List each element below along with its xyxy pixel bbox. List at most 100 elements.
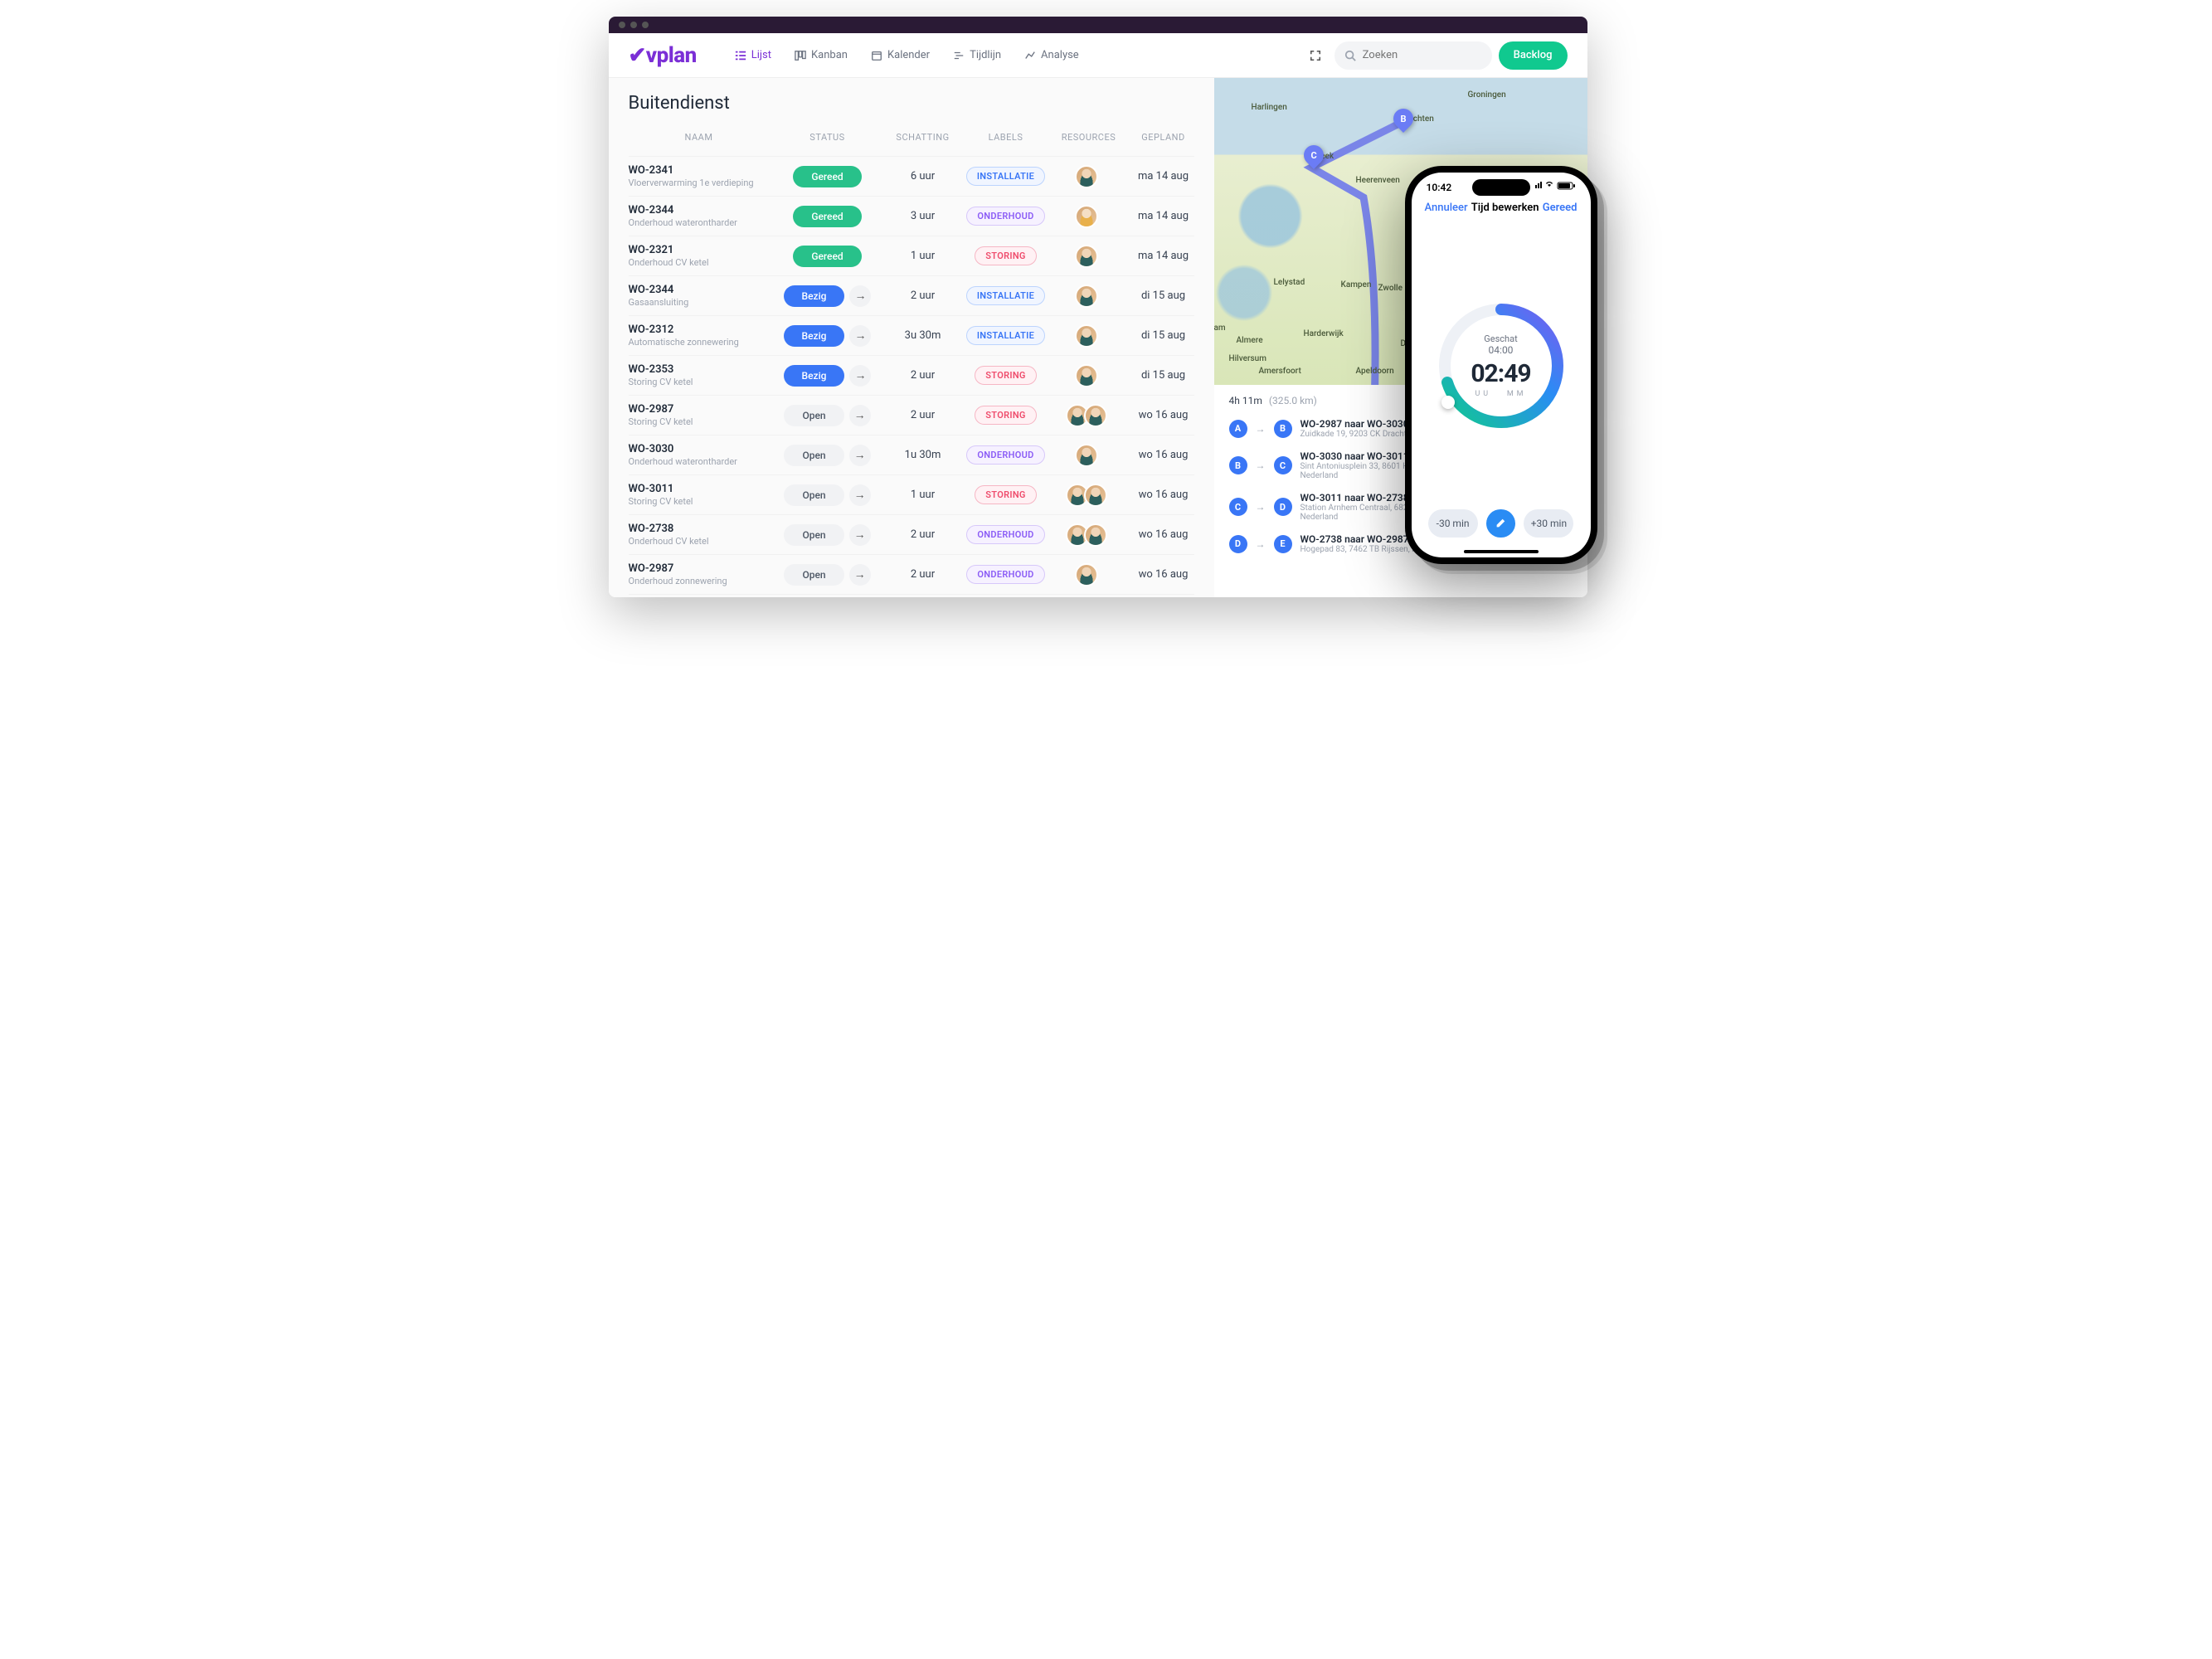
table-row[interactable]: WO-3030Onderhoud waterontharder Open→ 1u… — [629, 435, 1194, 474]
advance-button[interactable]: → — [849, 524, 871, 546]
tab-tijdlijn[interactable]: Tijdlijn — [941, 42, 1013, 68]
wo-id: WO-2321 — [629, 244, 770, 257]
status-pill[interactable]: Gereed — [793, 166, 861, 187]
plus-30-button[interactable]: +30 min — [1524, 509, 1573, 538]
advance-button[interactable]: → — [849, 564, 871, 586]
minus-30-button[interactable]: -30 min — [1428, 509, 1478, 538]
time-ring[interactable]: Geschat 04:00 02:49 UU MM — [1435, 299, 1568, 432]
avatar — [1084, 523, 1107, 547]
ring-handle[interactable] — [1441, 396, 1455, 409]
advance-button[interactable]: → — [849, 445, 871, 466]
estimate: 1u 30m — [886, 449, 960, 461]
label-pill[interactable]: ONDERHOUD — [966, 445, 1044, 465]
wo-id: WO-2312 — [629, 324, 770, 337]
tab-kanban[interactable]: Kanban — [783, 42, 859, 68]
status-pill[interactable]: Open — [784, 405, 843, 426]
backlog-button[interactable]: Backlog — [1499, 41, 1568, 70]
table-row[interactable]: WO-2344Onderhoud waterontharder Gereed 3… — [629, 196, 1194, 236]
status-pill[interactable]: Bezig — [784, 365, 845, 387]
advance-button[interactable]: → — [849, 405, 871, 426]
table-row[interactable]: WO-2341Vloerverwarming 1e verdieping Ger… — [629, 156, 1194, 196]
table-row[interactable]: WO-2987Onderhoud zonnewering Open→ 2 uur… — [629, 554, 1194, 594]
label-pill[interactable]: ONDERHOUD — [966, 207, 1044, 226]
signal-battery-icon — [1534, 181, 1576, 193]
tab-analyse[interactable]: Analyse — [1013, 42, 1091, 68]
status-pill[interactable]: Bezig — [784, 285, 845, 307]
estimate: 2 uur — [886, 409, 960, 421]
wo-desc: Onderhoud zonnewering — [629, 576, 770, 586]
label-pill[interactable]: STORING — [975, 406, 1036, 425]
step-title: WO-3030 naar WO-3011 — [1300, 450, 1409, 462]
table-row[interactable]: WO-2321Onderhoud CV ketel Gereed 1 uur S… — [629, 236, 1194, 275]
wo-id: WO-2344 — [629, 284, 770, 297]
map-city-label: Harlingen — [1252, 103, 1287, 112]
label-pill[interactable]: INSTALLATIE — [966, 286, 1045, 305]
wo-id: WO-2341 — [629, 164, 770, 178]
map-city-label: Lelystad — [1274, 278, 1305, 287]
pencil-icon — [1495, 518, 1506, 529]
table-row[interactable]: WO-2987Storing CV ketel Open→ 2 uur STOR… — [629, 395, 1194, 435]
topbar: ✔vplan Lijst Kanban Kalender Tijdlijn An… — [609, 33, 1587, 78]
status-pill[interactable]: Gereed — [793, 206, 861, 227]
advance-button[interactable]: → — [849, 325, 871, 347]
avatar — [1075, 324, 1098, 348]
planned-date: wo 16 aug — [1126, 568, 1201, 581]
label-pill[interactable]: STORING — [975, 246, 1036, 265]
planned-date: ma 14 aug — [1126, 170, 1201, 182]
resources — [1052, 245, 1126, 268]
label-pill[interactable]: ONDERHOUD — [966, 565, 1044, 584]
avatar — [1075, 444, 1098, 467]
main-list: Buitendienst NAAMSTATUSSCHATTING LABELSR… — [609, 78, 1214, 597]
wo-id: WO-2353 — [629, 363, 770, 377]
table-row[interactable]: WO-3011Storing CV ketel Open→ 1 uur STOR… — [629, 474, 1194, 514]
label-pill[interactable]: INSTALLATIE — [966, 326, 1045, 345]
step-from-marker: C — [1229, 498, 1247, 516]
table-row[interactable]: WO-2344Gasaansluiting Bezig→ 2 uur INSTA… — [629, 275, 1194, 315]
wo-desc: Onderhoud CV ketel — [629, 536, 770, 547]
phone-done[interactable]: Gereed — [1543, 202, 1578, 214]
label-pill[interactable]: INSTALLATIE — [966, 167, 1045, 186]
table-row[interactable]: WO-2339Vloerverwarming Open→ 6 uur INSTA… — [629, 594, 1194, 597]
advance-button[interactable]: → — [849, 285, 871, 307]
label-pill[interactable]: STORING — [975, 485, 1036, 504]
avatar — [1075, 205, 1098, 228]
status-pill[interactable]: Open — [784, 564, 843, 586]
search-icon — [1344, 50, 1356, 61]
wo-id: WO-3011 — [629, 483, 770, 496]
avatar — [1075, 285, 1098, 308]
estimate: 2 uur — [886, 568, 960, 581]
status-pill[interactable]: Open — [784, 524, 843, 546]
status-pill[interactable]: Bezig — [784, 325, 845, 347]
resources — [1052, 205, 1126, 228]
wo-desc: Storing CV ketel — [629, 496, 770, 507]
label-pill[interactable]: STORING — [975, 366, 1036, 385]
view-tabs: Lijst Kanban Kalender Tijdlijn Analyse — [723, 42, 1091, 68]
advance-button[interactable]: → — [849, 365, 871, 387]
avatar — [1075, 165, 1098, 188]
wo-id: WO-3030 — [629, 443, 770, 456]
map-city-label: Harderwijk — [1304, 329, 1344, 338]
status-pill[interactable]: Open — [784, 484, 843, 506]
status-pill[interactable]: Open — [784, 445, 843, 466]
search-field[interactable] — [1363, 49, 1480, 61]
edit-button[interactable] — [1486, 509, 1516, 538]
label-pill[interactable]: ONDERHOUD — [966, 525, 1044, 544]
avatar — [1084, 404, 1107, 427]
fullscreen-button[interactable] — [1303, 43, 1328, 68]
estimate: 2 uur — [886, 528, 960, 541]
phone-cancel[interactable]: Annuleer — [1425, 202, 1468, 214]
status-pill[interactable]: Gereed — [793, 246, 861, 267]
phone-title: Tijd bewerken — [1471, 202, 1539, 214]
advance-button[interactable]: → — [849, 484, 871, 506]
tab-lijst[interactable]: Lijst — [723, 42, 783, 68]
table-row[interactable]: WO-2353Storing CV ketel Bezig→ 2 uur STO… — [629, 355, 1194, 395]
window-titlebar — [609, 17, 1587, 33]
resources — [1052, 523, 1126, 547]
estimate: 2 uur — [886, 289, 960, 302]
search-input[interactable] — [1334, 41, 1492, 70]
table-row[interactable]: WO-2738Onderhoud CV ketel Open→ 2 uur ON… — [629, 514, 1194, 554]
table-row[interactable]: WO-2312Automatische zonnewering Bezig→ 3… — [629, 315, 1194, 355]
wo-desc: Gasaansluiting — [629, 297, 770, 308]
wo-desc: Onderhoud CV ketel — [629, 257, 770, 268]
tab-kalender[interactable]: Kalender — [859, 42, 941, 68]
